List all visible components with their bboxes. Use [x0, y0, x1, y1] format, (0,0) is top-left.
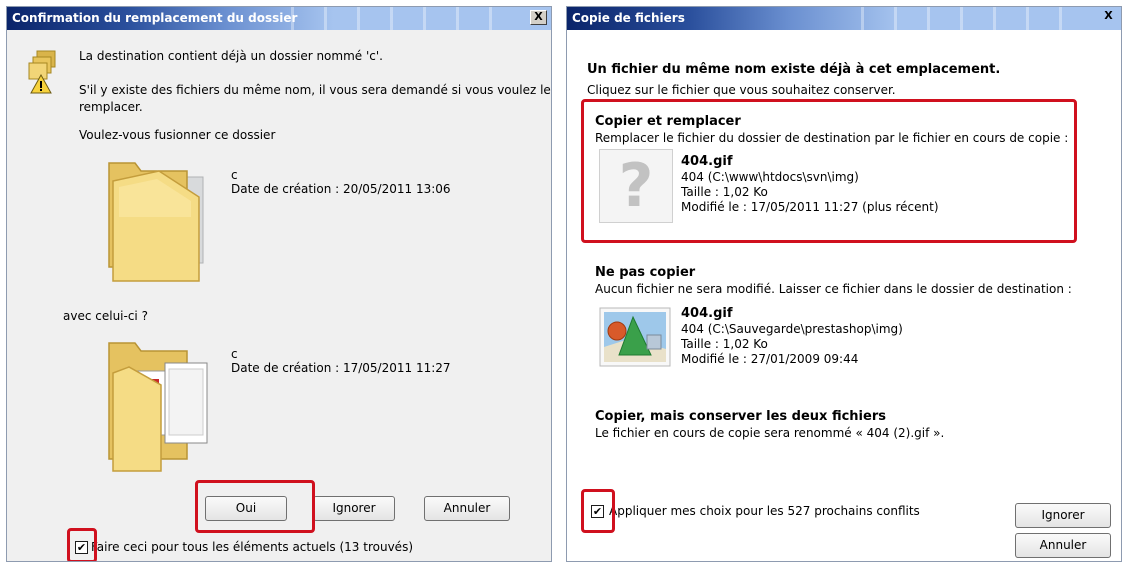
incoming-folder-date: Date de création : 17/05/2011 11:27 — [231, 361, 451, 375]
conflict-subheading: Cliquez sur le fichier que vous souhaite… — [587, 83, 896, 97]
close-button[interactable]: X — [530, 10, 547, 25]
title-bar[interactable]: Copie de fichiers X — [567, 7, 1121, 30]
replace-option-highlight — [581, 99, 1077, 243]
existing-folder-date: Date de création : 20/05/2011 13:06 — [231, 182, 451, 196]
title-bar[interactable]: Confirmation du remplacement du dossier … — [7, 7, 551, 30]
keep-file-name: 404.gif — [681, 306, 733, 321]
dialog-title: Copie de fichiers — [572, 11, 685, 25]
merge-question: Voulez-vous fusionner ce dossier — [79, 128, 276, 142]
skip-button[interactable]: Ignorer — [313, 496, 395, 521]
option-keep-title: Ne pas copier — [595, 265, 696, 280]
checkbox-highlight — [67, 528, 97, 561]
incoming-folder-icon[interactable] — [99, 337, 214, 477]
yes-button-highlight — [195, 480, 315, 533]
apply-to-all-label[interactable]: Faire ceci pour tous les éléments actuel… — [91, 540, 413, 554]
cancel-button[interactable]: Annuler — [424, 496, 510, 521]
skip-button[interactable]: Ignorer — [1015, 503, 1111, 528]
merge-folder-dialog: Confirmation du remplacement du dossier … — [6, 6, 552, 562]
dialog-title: Confirmation du remplacement du dossier — [12, 11, 298, 25]
keep-file-path: 404 (C:\Sauvegarde\prestashop\img) — [681, 322, 903, 336]
apply-choices-label[interactable]: Appliquer mes choix pour les 527 prochai… — [609, 504, 920, 518]
checkbox-highlight — [581, 489, 615, 533]
merge-explanation-line2: remplacer. — [79, 100, 143, 114]
folder-warning-icon — [28, 50, 56, 94]
option-both-desc: Le fichier en cours de copie sera renomm… — [595, 426, 945, 440]
keep-file-modified: Modifié le : 27/01/2009 09:44 — [681, 352, 859, 366]
option-both-title: Copier, mais conserver les deux fichiers — [595, 409, 886, 424]
title-bar-decoration — [261, 7, 521, 30]
merge-explanation-line1: S'il y existe des fichiers du même nom, … — [79, 83, 552, 97]
with-this-one-label: avec celui-ci ? — [63, 309, 148, 323]
cancel-button[interactable]: Annuler — [1015, 533, 1111, 558]
image-file-icon — [599, 307, 671, 367]
destination-message: La destination contient déjà un dossier … — [79, 49, 383, 63]
title-bar-decoration — [831, 7, 1091, 30]
incoming-folder-name: c — [231, 347, 238, 361]
file-copy-dialog: Copie de fichiers X Un fichier du même n… — [566, 6, 1122, 562]
existing-folder-icon[interactable] — [99, 157, 214, 289]
keep-file-size: Taille : 1,02 Ko — [681, 337, 768, 351]
close-button[interactable]: X — [1100, 10, 1117, 25]
conflict-heading: Un fichier du même nom existe déjà à cet… — [587, 62, 1001, 77]
option-keep-desc: Aucun fichier ne sera modifié. Laisser c… — [595, 282, 1072, 296]
existing-folder-name: c — [231, 168, 238, 182]
